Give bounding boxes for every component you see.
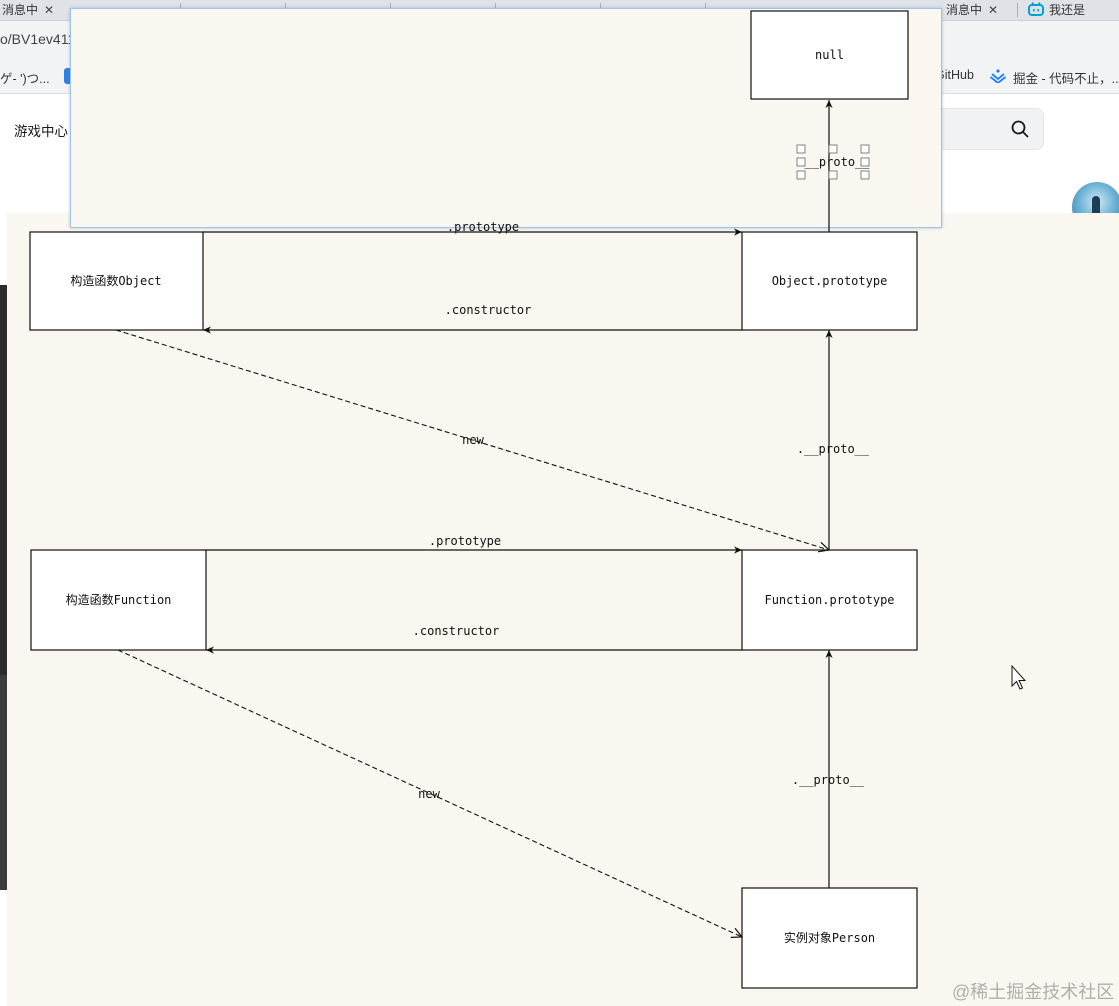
node-person-instance[interactable]: 实例对象Person bbox=[741, 887, 918, 989]
prototype-chain-diagram: null 构造函数Object Object.prototype 构造函数Fun… bbox=[29, 10, 1027, 989]
edge-label-function-constructor[interactable]: .constructor bbox=[413, 624, 500, 638]
edge-label-object-proto-to-null[interactable]: __proto__ bbox=[804, 155, 870, 169]
edge-label-object-prototype[interactable]: .prototype bbox=[447, 220, 519, 234]
node-null[interactable]: null bbox=[750, 10, 909, 100]
node-person-instance-label: 实例对象Person bbox=[784, 930, 875, 945]
node-function-prototype-label: Function.prototype bbox=[764, 593, 894, 607]
node-object-constructor-label: 构造函数Object bbox=[70, 273, 161, 288]
node-object-prototype[interactable]: Object.prototype bbox=[741, 231, 918, 331]
node-function-constructor-label: 构造函数Function bbox=[66, 592, 172, 607]
node-object-constructor[interactable]: 构造函数Object bbox=[29, 231, 204, 331]
edge-label-function-proto-to-object-proto[interactable]: .__proto__ bbox=[797, 442, 870, 456]
node-object-prototype-label: Object.prototype bbox=[772, 274, 888, 288]
mouse-cursor-icon bbox=[1011, 664, 1027, 690]
node-null-label: null bbox=[815, 48, 844, 62]
watermark: @稀土掘金技术社区 bbox=[952, 982, 1115, 1002]
edge-label-function-prototype[interactable]: .prototype bbox=[429, 534, 501, 548]
node-function-constructor[interactable]: 构造函数Function bbox=[30, 549, 207, 651]
edge-label-object-constructor[interactable]: .constructor bbox=[445, 303, 532, 317]
edge-label-person-to-function-proto[interactable]: .__proto__ bbox=[792, 773, 865, 787]
node-function-prototype[interactable]: Function.prototype bbox=[741, 549, 918, 651]
edge-label-object-new[interactable]: new bbox=[462, 433, 484, 447]
edge-label-function-new[interactable]: new bbox=[418, 787, 440, 801]
